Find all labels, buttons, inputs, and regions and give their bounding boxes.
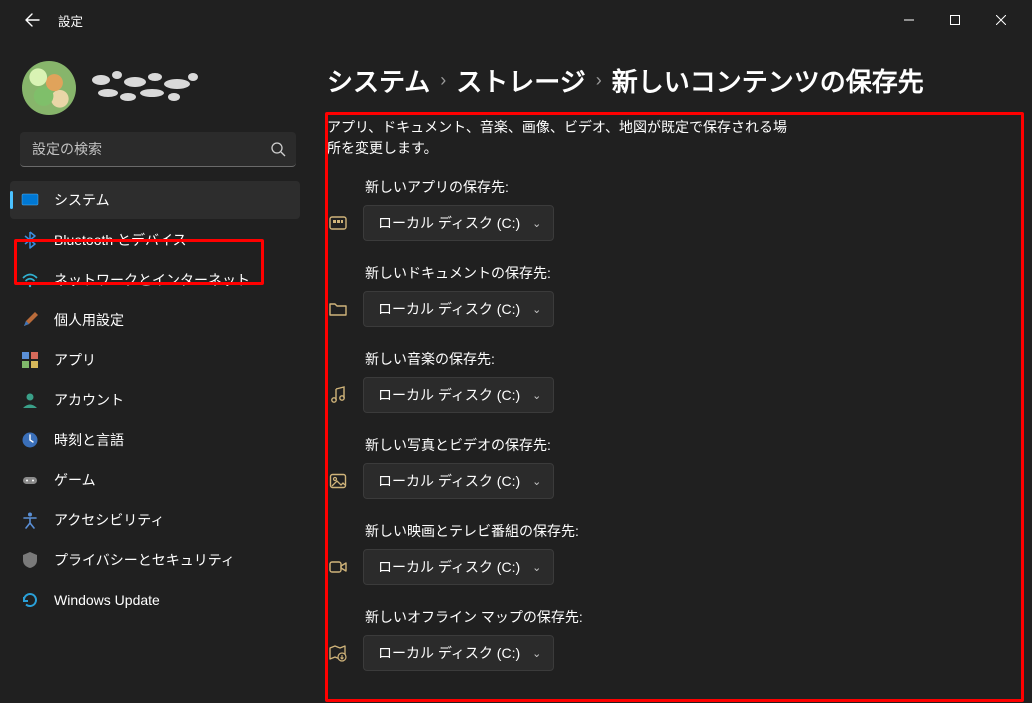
sidebar-item-system[interactable]: システム [10, 181, 300, 219]
setting-label: 新しい映画とテレビ番組の保存先: [365, 521, 1012, 541]
sidebar-item-accounts[interactable]: アカウント [10, 381, 300, 419]
gamepad-icon [20, 470, 40, 490]
search-input[interactable]: 設定の検索 [20, 132, 296, 167]
image-icon [327, 470, 349, 492]
update-icon [20, 590, 40, 610]
video-icon [327, 556, 349, 578]
sidebar-item-personalization[interactable]: 個人用設定 [10, 301, 300, 339]
user-name-obscured [90, 71, 290, 105]
select-value: ローカル ディスク (C:) [378, 557, 520, 577]
select-value: ローカル ディスク (C:) [378, 471, 520, 491]
setting-label: 新しい写真とビデオの保存先: [365, 435, 1012, 455]
setting-movies-tv: 新しい映画とテレビ番組の保存先: ローカル ディスク (C:) ⌄ [327, 521, 1012, 585]
sidebar-item-label: システム [54, 190, 110, 210]
page-description: アプリ、ドキュメント、音楽、画像、ビデオ、地図が既定で保存される場所を変更します… [327, 117, 797, 159]
sidebar-item-accessibility[interactable]: アクセシビリティ [10, 501, 300, 539]
select-documents-location[interactable]: ローカル ディスク (C:) ⌄ [363, 291, 554, 327]
select-photos-location[interactable]: ローカル ディスク (C:) ⌄ [363, 463, 554, 499]
setting-photos-videos: 新しい写真とビデオの保存先: ローカル ディスク (C:) ⌄ [327, 435, 1012, 499]
sidebar-item-network[interactable]: ネットワークとインターネット [10, 261, 300, 299]
apps-storage-icon [327, 212, 349, 234]
breadcrumb-system[interactable]: システム [327, 62, 430, 99]
sidebar-item-apps[interactable]: アプリ [10, 341, 300, 379]
nav-list: システム Bluetooth とデバイス ネットワークとインターネット 個人用設… [0, 177, 310, 619]
sidebar-item-label: アプリ [54, 350, 96, 370]
wifi-icon [20, 270, 40, 290]
clock-globe-icon [20, 430, 40, 450]
system-icon [20, 190, 40, 210]
folder-icon [327, 298, 349, 320]
chevron-down-icon: ⌄ [532, 303, 541, 316]
user-profile[interactable] [0, 52, 310, 128]
chevron-down-icon: ⌄ [532, 475, 541, 488]
setting-documents: 新しいドキュメントの保存先: ローカル ディスク (C:) ⌄ [327, 263, 1012, 327]
sidebar-item-windows-update[interactable]: Windows Update [10, 581, 300, 619]
setting-label: 新しい音楽の保存先: [365, 349, 1012, 369]
sidebar-item-label: アカウント [54, 390, 124, 410]
maximize-button[interactable] [932, 5, 978, 35]
sidebar-item-gaming[interactable]: ゲーム [10, 461, 300, 499]
sidebar-item-label: Windows Update [54, 592, 160, 608]
music-icon [327, 384, 349, 406]
setting-label: 新しいドキュメントの保存先: [365, 263, 1012, 283]
account-icon [20, 390, 40, 410]
setting-music: 新しい音楽の保存先: ローカル ディスク (C:) ⌄ [327, 349, 1012, 413]
back-button[interactable] [20, 8, 44, 32]
sidebar-item-label: Bluetooth とデバイス [54, 230, 187, 250]
sidebar-item-label: ゲーム [54, 470, 96, 490]
main-content: システム › ストレージ › 新しいコンテンツの保存先 アプリ、ドキュメント、音… [325, 40, 1032, 703]
sidebar: 設定の検索 システム Bluetooth とデバイス ネットワークとインターネッ… [0, 40, 310, 703]
sidebar-item-time-language[interactable]: 時刻と言語 [10, 421, 300, 459]
setting-offline-maps: 新しいオフライン マップの保存先: ローカル ディスク (C:) ⌄ [327, 607, 1012, 671]
breadcrumb-current: 新しいコンテンツの保存先 [612, 62, 924, 99]
select-movies-location[interactable]: ローカル ディスク (C:) ⌄ [363, 549, 554, 585]
select-value: ローカル ディスク (C:) [378, 385, 520, 405]
breadcrumb-storage[interactable]: ストレージ [456, 62, 585, 99]
sidebar-item-label: 時刻と言語 [54, 430, 124, 450]
breadcrumb: システム › ストレージ › 新しいコンテンツの保存先 [327, 62, 1012, 99]
chevron-right-icon: › [440, 70, 446, 91]
map-download-icon [327, 642, 349, 664]
chevron-down-icon: ⌄ [532, 217, 541, 230]
sidebar-item-label: 個人用設定 [54, 310, 124, 330]
paintbrush-icon [20, 310, 40, 330]
setting-apps: 新しいアプリの保存先: ローカル ディスク (C:) ⌄ [327, 177, 1012, 241]
chevron-down-icon: ⌄ [532, 647, 541, 660]
setting-label: 新しいオフライン マップの保存先: [365, 607, 1012, 627]
chevron-down-icon: ⌄ [532, 389, 541, 402]
avatar [22, 61, 76, 115]
sidebar-item-label: プライバシーとセキュリティ [54, 550, 235, 570]
titlebar: 設定 [0, 0, 1032, 40]
select-value: ローカル ディスク (C:) [378, 213, 520, 233]
shield-icon [20, 550, 40, 570]
apps-icon [20, 350, 40, 370]
settings-list: 新しいアプリの保存先: ローカル ディスク (C:) ⌄ 新しいドキュメントの保… [327, 171, 1012, 671]
sidebar-item-label: ネットワークとインターネット [54, 270, 250, 290]
select-value: ローカル ディスク (C:) [378, 299, 520, 319]
accessibility-icon [20, 510, 40, 530]
sidebar-item-bluetooth[interactable]: Bluetooth とデバイス [10, 221, 300, 259]
setting-label: 新しいアプリの保存先: [365, 177, 1012, 197]
chevron-right-icon: › [596, 70, 602, 91]
minimize-button[interactable] [886, 5, 932, 35]
sidebar-item-privacy[interactable]: プライバシーとセキュリティ [10, 541, 300, 579]
sidebar-item-label: アクセシビリティ [54, 510, 164, 530]
select-maps-location[interactable]: ローカル ディスク (C:) ⌄ [363, 635, 554, 671]
chevron-down-icon: ⌄ [532, 561, 541, 574]
select-music-location[interactable]: ローカル ディスク (C:) ⌄ [363, 377, 554, 413]
select-value: ローカル ディスク (C:) [378, 643, 520, 663]
bluetooth-icon [20, 230, 40, 250]
search-icon [270, 141, 286, 157]
search-placeholder: 設定の検索 [32, 139, 270, 159]
select-apps-location[interactable]: ローカル ディスク (C:) ⌄ [363, 205, 554, 241]
window-title: 設定 [58, 11, 83, 30]
close-button[interactable] [978, 5, 1024, 35]
